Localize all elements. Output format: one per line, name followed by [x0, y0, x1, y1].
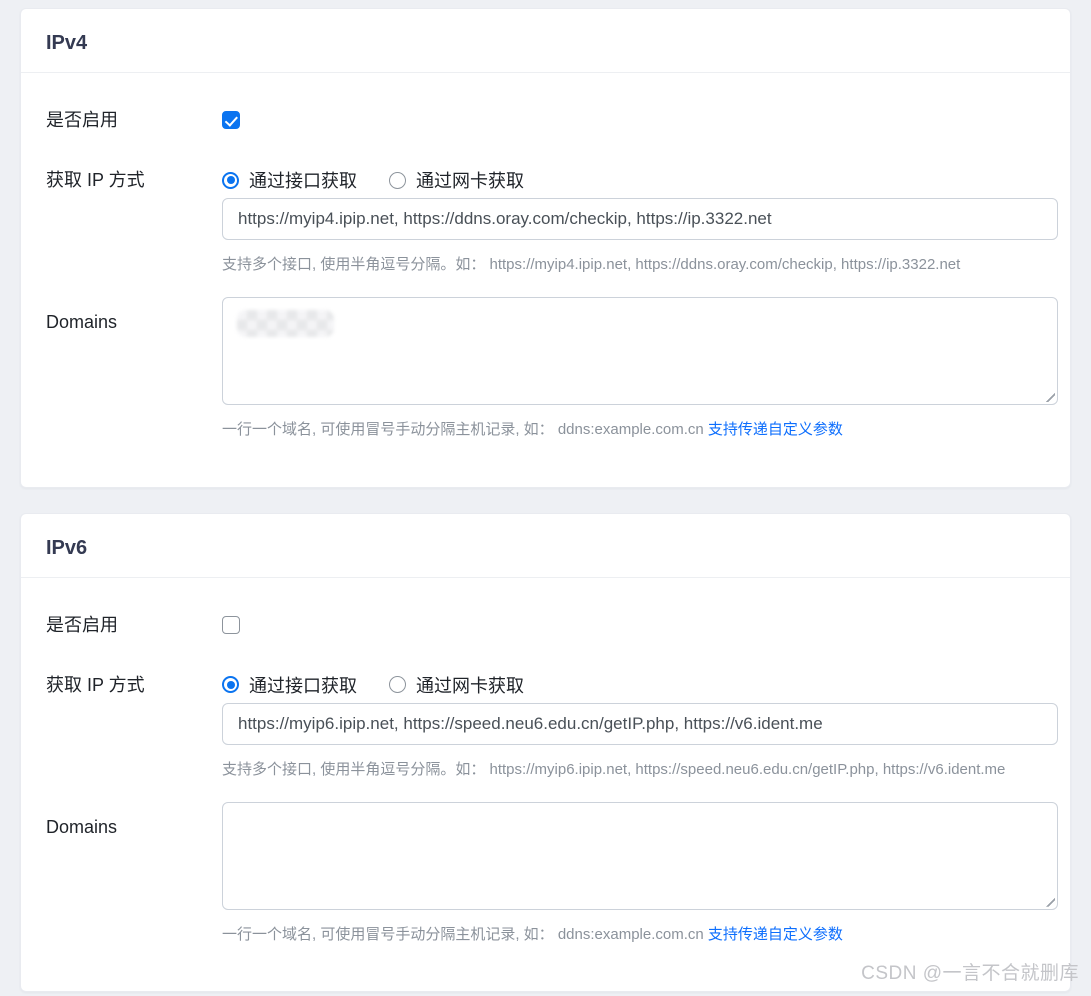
- ipv6-domains-label: Domains: [46, 802, 222, 838]
- ipv4-api-url-input[interactable]: [222, 198, 1058, 240]
- ipv4-domains-field: 一行一个域名, 可使用冒号手动分隔主机记录, 如： ddns:example.c…: [222, 297, 1058, 441]
- ipv6-ip-method-row: 获取 IP 方式 通过接口获取 通过网卡获取 支持多个接口, 使用半角逗号分: [46, 674, 1058, 781]
- ipv6-enable-label: 是否启用: [46, 614, 222, 636]
- ipv4-card-body: 是否启用 获取 IP 方式 通过接口获取 通过网卡获取: [21, 73, 1070, 487]
- ipv4-radio-group: 通过接口获取 通过网卡获取: [222, 169, 1058, 191]
- ipv6-card-body: 是否启用 获取 IP 方式 通过接口获取 通过网卡获取: [21, 578, 1070, 992]
- ipv4-radio-via-api[interactable]: 通过接口获取: [222, 167, 357, 193]
- ipv4-domains-row: Domains 一行一个域名, 可使用冒号手动分隔主机记录, 如： ddns:e…: [46, 297, 1058, 441]
- ipv4-domains-label: Domains: [46, 297, 222, 333]
- ipv4-domains-textarea-wrap: [222, 297, 1058, 405]
- ipv4-enable-label: 是否启用: [46, 109, 222, 131]
- ipv4-domains-hint: 一行一个域名, 可使用冒号手动分隔主机记录, 如： ddns:example.c…: [222, 418, 1058, 441]
- ipv4-enable-row: 是否启用: [46, 109, 1058, 131]
- page: IPv4 是否启用 获取 IP 方式 通过接口获取: [0, 0, 1091, 992]
- ipv6-domains-textarea-wrap: [222, 802, 1058, 910]
- ipv6-ip-method-field: 通过接口获取 通过网卡获取 支持多个接口, 使用半角逗号分隔。如： https:…: [222, 674, 1058, 781]
- ipv4-radio-via-netcard[interactable]: 通过网卡获取: [389, 167, 524, 193]
- ipv6-radio-via-netcard-label: 通过网卡获取: [416, 672, 524, 698]
- ipv6-title: IPv6: [46, 537, 1045, 560]
- ipv6-radio-via-api-label: 通过接口获取: [249, 672, 357, 698]
- ipv4-custom-params-link[interactable]: 支持传递自定义参数: [708, 421, 843, 438]
- ipv6-api-url-hint: 支持多个接口, 使用半角逗号分隔。如： https://myip6.ipip.n…: [222, 758, 1058, 781]
- ipv4-radio-via-api-label: 通过接口获取: [249, 167, 357, 193]
- ipv6-enable-checkbox[interactable]: [222, 616, 240, 634]
- radio-dot-icon: [389, 172, 406, 189]
- ipv4-radio-via-netcard-label: 通过网卡获取: [416, 167, 524, 193]
- ipv6-enable-row: 是否启用: [46, 614, 1058, 636]
- ipv6-domains-row: Domains 一行一个域名, 可使用冒号手动分隔主机记录, 如： ddns:e…: [46, 802, 1058, 946]
- ipv6-custom-params-link[interactable]: 支持传递自定义参数: [708, 926, 843, 943]
- redacted-domain-blur: [237, 310, 334, 337]
- ipv4-title: IPv4: [46, 32, 1045, 55]
- ipv6-domains-hint-text: 一行一个域名, 可使用冒号手动分隔主机记录, 如： ddns:example.c…: [222, 926, 708, 943]
- ipv4-ip-method-row: 获取 IP 方式 通过接口获取 通过网卡获取 支持多个接口, 使用半角逗号分: [46, 169, 1058, 276]
- ipv6-section-card: IPv6 是否启用 获取 IP 方式 通过接口获取: [20, 513, 1071, 993]
- ipv6-card-header: IPv6: [21, 514, 1070, 578]
- ipv4-card-header: IPv4: [21, 9, 1070, 73]
- ipv6-api-url-input[interactable]: [222, 703, 1058, 745]
- ipv4-ip-method-label: 获取 IP 方式: [46, 169, 222, 191]
- ipv6-ip-method-label: 获取 IP 方式: [46, 674, 222, 696]
- ipv6-radio-via-api[interactable]: 通过接口获取: [222, 672, 357, 698]
- ipv6-domains-textarea[interactable]: [223, 803, 1057, 909]
- ipv6-domains-field: 一行一个域名, 可使用冒号手动分隔主机记录, 如： ddns:example.c…: [222, 802, 1058, 946]
- ipv4-domains-hint-text: 一行一个域名, 可使用冒号手动分隔主机记录, 如： ddns:example.c…: [222, 421, 708, 438]
- radio-dot-icon: [389, 676, 406, 693]
- radio-dot-icon: [222, 172, 239, 189]
- ipv6-radio-via-netcard[interactable]: 通过网卡获取: [389, 672, 524, 698]
- ipv4-enable-field: [222, 111, 1058, 129]
- ipv6-enable-field: [222, 616, 1058, 634]
- ipv4-section-card: IPv4 是否启用 获取 IP 方式 通过接口获取: [20, 8, 1071, 488]
- ipv6-domains-hint: 一行一个域名, 可使用冒号手动分隔主机记录, 如： ddns:example.c…: [222, 923, 1058, 946]
- radio-dot-icon: [222, 676, 239, 693]
- ipv4-api-url-hint: 支持多个接口, 使用半角逗号分隔。如： https://myip4.ipip.n…: [222, 253, 1058, 276]
- ipv4-enable-checkbox[interactable]: [222, 111, 240, 129]
- ipv6-radio-group: 通过接口获取 通过网卡获取: [222, 674, 1058, 696]
- ipv4-domains-textarea[interactable]: [223, 298, 1057, 404]
- csdn-watermark: CSDN @一言不合就删库: [861, 958, 1079, 985]
- ipv4-ip-method-field: 通过接口获取 通过网卡获取 支持多个接口, 使用半角逗号分隔。如： https:…: [222, 169, 1058, 276]
